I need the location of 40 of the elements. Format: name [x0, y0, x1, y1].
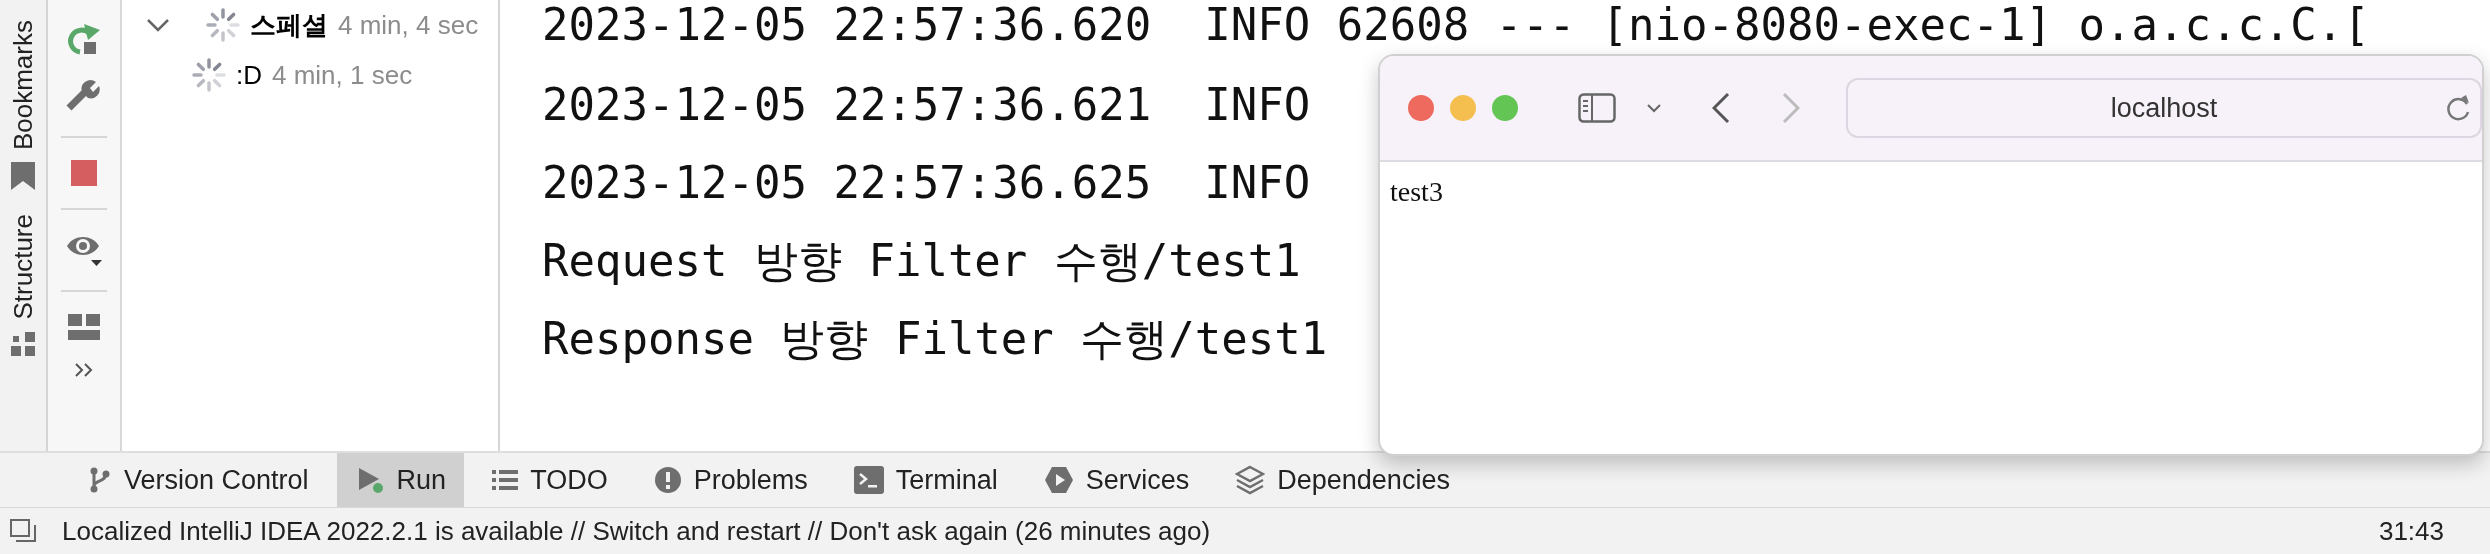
- elapsed-time: 4 min, 4 sec: [338, 9, 479, 41]
- run-node-label[interactable]: :D: [236, 59, 262, 91]
- status-message: Localized IntelliJ IDEA 2022.2.1 is available // Switch and restart // Don't ask again (26 minutes ago): [62, 515, 1212, 547]
- tool-window-tab[interactable]: TODO: [474, 453, 626, 507]
- notification-icon: [10, 519, 36, 543]
- layers-icon: [1235, 465, 1266, 495]
- double-chevron-icon[interactable]: [74, 362, 94, 378]
- back-icon[interactable]: [1712, 92, 1730, 124]
- console-line: 2023-12-05 22:57:36.625 INFO: [542, 156, 1311, 210]
- tool-window-tab[interactable]: Run: [336, 453, 465, 507]
- terminal-icon: [853, 466, 884, 494]
- close-button[interactable]: [1408, 95, 1434, 121]
- chevron-down-icon[interactable]: [1646, 103, 1662, 113]
- sidebar-icon[interactable]: [1578, 93, 1616, 123]
- page-text: test3: [1390, 176, 1443, 207]
- console-line: Request 방향 Filter 수행/test1: [542, 234, 1301, 288]
- list-icon: [492, 468, 519, 492]
- status-time: 31:43: [2378, 515, 2444, 547]
- elapsed-time: 4 min, 1 sec: [272, 59, 413, 91]
- run-node-label[interactable]: 스페셜: [250, 7, 328, 43]
- tool-window-tab[interactable]: Terminal: [835, 453, 1016, 507]
- console-line: 2023-12-05 22:57:36.621 INFO: [542, 78, 1311, 132]
- tool-window-tab[interactable]: Problems: [635, 453, 826, 507]
- sidebar-tab[interactable]: Bookmarks: [7, 20, 39, 151]
- sidebar-tab[interactable]: Structure: [7, 214, 39, 320]
- tool-window-tab[interactable]: Version Control: [70, 453, 327, 507]
- reload-icon[interactable]: [2446, 94, 2472, 122]
- warning-icon: [653, 466, 682, 494]
- tool-window-tab[interactable]: Dependencies: [1217, 453, 1468, 507]
- spinner-icon: [192, 58, 226, 92]
- console-line: 2023-12-05 22:57:36.620 INFO 62608 --- [nio-8080-exec-1] o.a.c.c.C.[: [542, 0, 2370, 50]
- console-line: Response 방향 Filter 수행/test1: [542, 312, 1328, 366]
- address-bar[interactable]: localhost: [1846, 78, 2482, 138]
- structure-icon: [11, 331, 35, 356]
- tool-window-tab[interactable]: Services: [1025, 453, 1208, 507]
- branch-icon: [88, 466, 112, 494]
- layout-icon[interactable]: [68, 314, 100, 340]
- spinner-icon: [206, 8, 240, 42]
- services-icon: [1043, 465, 1074, 495]
- bookmark-icon: [11, 162, 35, 191]
